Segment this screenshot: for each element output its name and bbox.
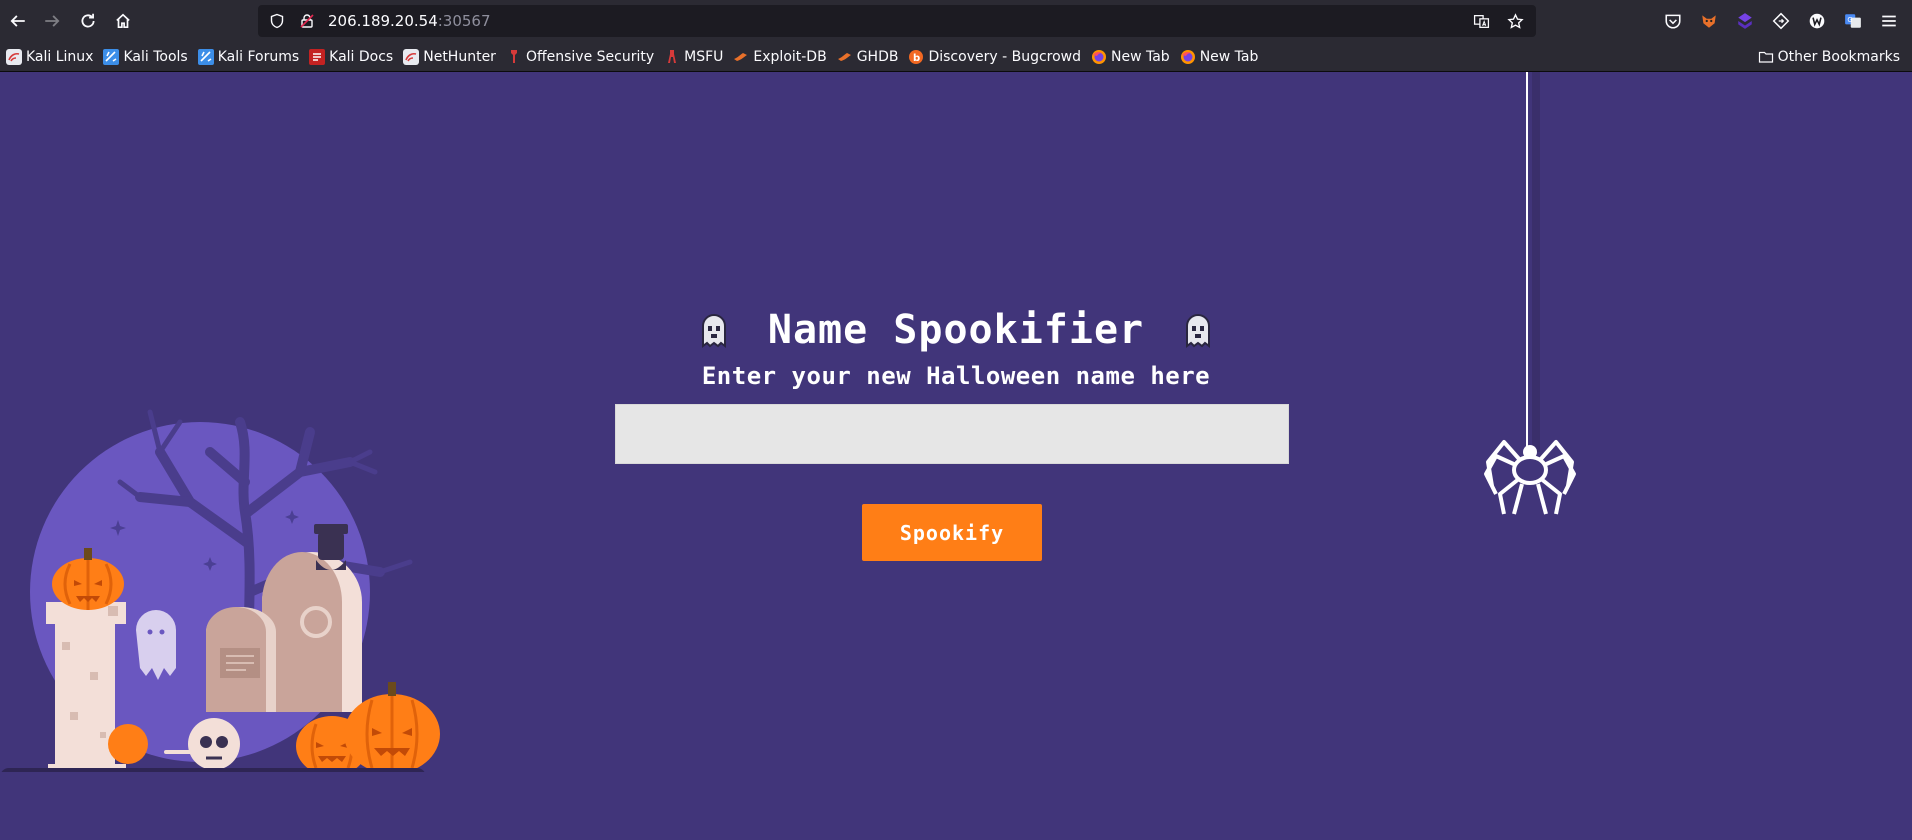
page-subtitle: Enter your new Halloween name here: [701, 362, 1211, 390]
msfu-icon: [664, 49, 680, 65]
svg-text:G: G: [1847, 16, 1852, 24]
bookmark-bugcrowd[interactable]: b Discovery - Bugcrowd: [904, 44, 1085, 70]
home-button[interactable]: [105, 3, 141, 39]
insecure-lock-icon[interactable]: [292, 6, 322, 36]
url-actions: [1466, 5, 1530, 37]
url-host: 206.189.20.54: [328, 12, 438, 30]
firefox-icon: [1180, 49, 1196, 65]
translate-extension-icon[interactable]: G: [1838, 6, 1868, 36]
bookmark-kali-forums[interactable]: Kali Forums: [194, 44, 303, 70]
foxyproxy-icon[interactable]: [1694, 6, 1724, 36]
star-bookmark-icon[interactable]: [1500, 6, 1530, 36]
nethunter-icon: [403, 48, 420, 65]
bookmark-msfu[interactable]: MSFU: [660, 44, 727, 70]
kali-forums-icon: [197, 48, 214, 65]
bookmark-label: Discovery - Bugcrowd: [928, 48, 1081, 65]
forward-button[interactable]: [34, 3, 70, 39]
reload-icon: [81, 13, 95, 28]
bookmark-kali-docs[interactable]: Kali Docs: [305, 44, 397, 70]
bookmark-label: New Tab: [1111, 48, 1170, 65]
bookmarks-bar: Kali Linux Kali Tools Kali Forums Kali D…: [0, 42, 1912, 72]
spider-thread-shadow: [1532, 72, 1540, 452]
ghost-icon: [700, 312, 728, 348]
bookmark-nethunter[interactable]: NetHunter: [399, 44, 500, 70]
browser-toolbar: 206.189.20.54:30567 G: [0, 0, 1912, 42]
shield-icon[interactable]: [262, 6, 292, 36]
kali-docs-icon: [309, 48, 326, 65]
bookmark-exploit-db[interactable]: Exploit-DB: [729, 44, 830, 70]
bookmark-label: Offensive Security: [525, 48, 655, 65]
title-row: Name Spookifier: [0, 307, 1912, 353]
hamburger-menu-icon[interactable]: [1874, 6, 1904, 36]
ghost-icon: [1184, 312, 1212, 348]
halloween-name-input[interactable]: [615, 404, 1289, 464]
back-button[interactable]: [0, 3, 36, 39]
other-bookmarks-label: Other Bookmarks: [1777, 49, 1900, 65]
url-text[interactable]: 206.189.20.54:30567: [328, 12, 491, 30]
bugcrowd-icon: b: [908, 49, 924, 65]
arrow-extension-icon[interactable]: [1766, 6, 1796, 36]
bookmark-label: Kali Docs: [329, 48, 394, 65]
folder-icon: [1758, 49, 1774, 65]
page-content: Name Spookifier Enter your new Halloween…: [0, 72, 1912, 840]
spider-thread: [1526, 72, 1528, 452]
bookmark-offensive-security[interactable]: Offensive Security: [502, 44, 658, 70]
bookmark-new-tab[interactable]: New Tab: [1087, 44, 1174, 70]
bookmark-label: Kali Tools: [123, 48, 188, 65]
bookmark-label: NetHunter: [423, 48, 496, 65]
ghdb-icon: [837, 49, 853, 65]
bookmark-label: New Tab: [1199, 48, 1259, 65]
bookmark-label: MSFU: [684, 48, 724, 65]
graveyard-illustration: [1, 409, 440, 772]
bookmark-new-tab[interactable]: New Tab: [1176, 44, 1263, 70]
toolbar-extensions: G: [1658, 3, 1904, 39]
url-port: :30567: [437, 12, 491, 30]
exploitdb-icon: [733, 49, 749, 65]
bookmark-label: GHDB: [856, 48, 899, 65]
bookmark-kali-linux[interactable]: Kali Linux: [2, 44, 97, 70]
offsec-icon: [506, 49, 522, 65]
arrow-left-icon: [10, 15, 25, 27]
firefox-icon: [1091, 49, 1107, 65]
page-title: Name Spookifier: [767, 307, 1145, 353]
bookmark-label: Exploit-DB: [753, 48, 827, 65]
address-bar[interactable]: 206.189.20.54:30567: [258, 5, 1536, 37]
home-icon: [116, 13, 130, 29]
spider-icon: [1484, 440, 1576, 515]
pocket-icon[interactable]: [1658, 6, 1688, 36]
translate-icon[interactable]: [1466, 6, 1496, 36]
spookify-button[interactable]: Spookify: [862, 504, 1042, 561]
kali-tools-icon: [103, 48, 120, 65]
bookmark-label: Kali Forums: [217, 48, 300, 65]
svg-text:b: b: [913, 53, 920, 64]
purple-extension-icon[interactable]: [1730, 6, 1760, 36]
reload-button[interactable]: [70, 3, 106, 39]
bookmark-ghdb[interactable]: GHDB: [833, 44, 903, 70]
bookmark-label: Kali Linux: [26, 48, 94, 65]
kali-icon: [6, 48, 22, 65]
arrow-right-icon: [45, 15, 60, 27]
other-bookmarks[interactable]: Other Bookmarks: [1754, 44, 1904, 70]
bookmark-kali-tools[interactable]: Kali Tools: [99, 44, 191, 70]
wappalyzer-icon[interactable]: [1802, 6, 1832, 36]
